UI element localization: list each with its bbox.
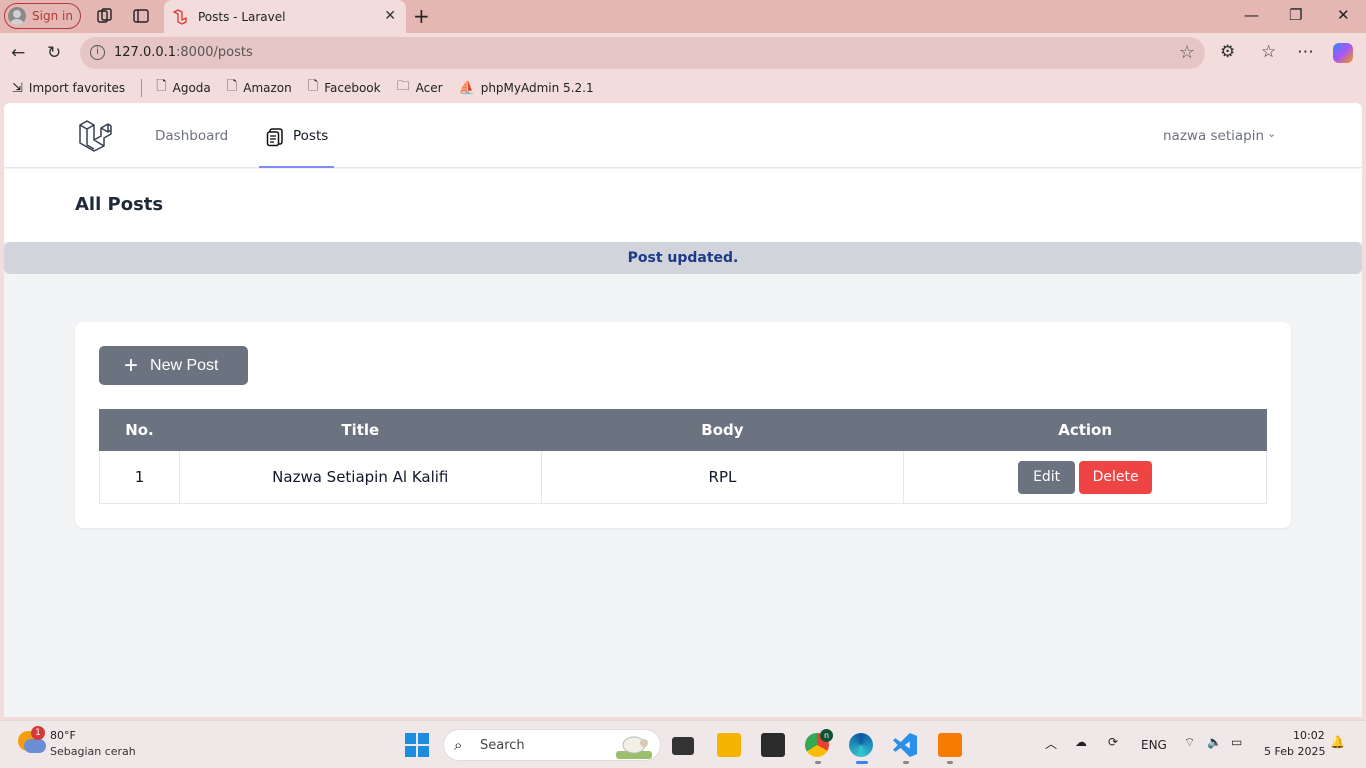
chrome-profile-badge: n [820, 729, 833, 742]
cell-body: RPL [540, 450, 905, 504]
favorites-icon[interactable]: ☆ [1261, 42, 1276, 62]
site-info-icon[interactable]: i [90, 45, 105, 60]
window-close-icon[interactable]: ✕ [1337, 6, 1350, 24]
page-icon: 🗋 [307, 79, 319, 94]
terminal-icon[interactable] [761, 733, 785, 757]
close-tab-icon[interactable]: ✕ [384, 8, 396, 24]
restore-icon[interactable]: ❐ [1289, 6, 1302, 24]
nav-posts[interactable]: Posts [293, 128, 328, 144]
extensions-icon[interactable]: ⚙ [1220, 42, 1235, 62]
notification-bell-icon[interactable]: 🔔 [1330, 735, 1345, 749]
task-view-icon[interactable] [672, 737, 694, 755]
refresh-icon[interactable]: ↻ [47, 43, 61, 63]
xampp-icon[interactable] [938, 733, 962, 757]
search-icon: ⌕ [454, 736, 463, 754]
weather-badge: 1 [31, 726, 45, 740]
plus-icon: + [124, 351, 139, 379]
active-indicator [856, 761, 868, 764]
tab-posts-laravel[interactable]: Posts - Laravel ✕ [164, 0, 406, 33]
file-explorer-icon[interactable] [717, 733, 741, 757]
user-menu[interactable]: nazwa setiapin [1163, 128, 1264, 144]
wifi-icon[interactable]: ⌔ [1184, 735, 1195, 750]
windows-start-icon[interactable] [405, 733, 429, 757]
sheep-highlight-icon [616, 736, 652, 759]
chevron-down-icon[interactable]: ⌄ [1267, 127, 1276, 140]
delete-button[interactable]: Delete [1079, 460, 1153, 494]
taskbar-search[interactable]: ⌕ Search [443, 729, 661, 761]
page-icon: 🗋 [226, 79, 238, 94]
col-title: Title [178, 409, 542, 451]
clock-time[interactable]: 10:02 [1293, 729, 1325, 742]
nav-dashboard[interactable]: Dashboard [155, 128, 228, 144]
search-label: Search [480, 738, 525, 753]
bookmark-acer[interactable]: 🗀 Acer [397, 77, 443, 99]
tab-title: Posts - Laravel [198, 9, 286, 24]
laravel-favicon-icon [172, 8, 187, 25]
col-action: Action [903, 409, 1267, 451]
page-icon: 🗋 [156, 79, 167, 94]
tab-actions-icon[interactable] [132, 7, 150, 25]
table-row: 1 Nazwa Setiapin Al Kalifi RPL Edit Delet… [99, 450, 1267, 504]
new-post-button[interactable]: + New Post [99, 346, 248, 385]
back-icon[interactable]: ← [11, 43, 25, 63]
posts-table: No. Title Body Action 1 Nazwa Setiapin A… [99, 409, 1267, 504]
bookmark-amazon[interactable]: 🗋 Amazon [227, 77, 292, 99]
new-post-label: New Post [150, 356, 219, 374]
table-header-row: No. Title Body Action [99, 409, 1267, 451]
bookmark-phpmyadmin[interactable]: ⛵ phpMyAdmin 5.2.1 [459, 81, 594, 96]
running-indicator [947, 761, 953, 764]
posts-clipboard-icon [266, 128, 283, 147]
cell-action: Edit Delete [903, 450, 1267, 504]
profile-icon [8, 7, 26, 25]
weather-desc[interactable]: Sebagian cerah [50, 745, 136, 758]
onedrive-sync-icon[interactable]: ☁ [1075, 735, 1087, 749]
phpmyadmin-icon: ⛵ [458, 80, 475, 96]
bookmark-facebook[interactable]: 🗋 Facebook [308, 77, 381, 99]
url-text: 127.0.0.1:8000/posts [114, 45, 253, 60]
sign-in-label: Sign in [32, 9, 73, 23]
copilot-icon[interactable] [1333, 43, 1353, 63]
language-indicator[interactable]: ENG [1141, 738, 1167, 752]
bookmark-import-favorites[interactable]: ⇲ Import favorites [12, 81, 125, 96]
volume-icon[interactable]: 🔈 [1207, 735, 1222, 749]
import-icon: ⇲ [12, 80, 23, 96]
vscode-icon[interactable] [893, 733, 917, 757]
address-row: ← ↻ i 127.0.0.1:8000/posts ☆ ⚙ ☆ ⋯ [0, 33, 1366, 73]
minimize-icon[interactable]: — [1244, 6, 1259, 24]
app-navbar: Dashboard Posts nazwa setiapin ⌄ [4, 103, 1362, 168]
running-indicator [903, 761, 909, 764]
favorite-star-icon[interactable]: ☆ [1179, 42, 1195, 63]
cell-no: 1 [99, 450, 180, 504]
laravel-logo-icon[interactable] [78, 120, 112, 152]
cell-title: Nazwa Setiapin Al Kalifi [178, 450, 542, 504]
col-body: Body [540, 409, 905, 451]
flash-message: Post updated. [4, 242, 1362, 274]
workspaces-icon[interactable] [96, 7, 114, 25]
windows-taskbar: 1 80°F Sebagian cerah ⌕ Search n ︿ ☁ ⟳ E… [0, 720, 1366, 768]
bookmarks-bar: ⇲ Import favorites 🗋 Agoda 🗋 Amazon 🗋 Facebo… [0, 73, 1366, 103]
update-icon[interactable]: ⟳ [1108, 735, 1118, 749]
page-title: All Posts [75, 194, 164, 215]
page-header: All Posts [4, 169, 1362, 242]
browser-tab-strip: Sign in Posts - Laravel ✕ + — ❐ ✕ [0, 0, 1366, 33]
more-menu-icon[interactable]: ⋯ [1297, 42, 1314, 62]
folder-icon: 🗀 [396, 79, 410, 94]
weather-temp[interactable]: 80°F [50, 729, 76, 742]
battery-icon[interactable]: ▭ [1231, 735, 1242, 749]
sign-in-button[interactable]: Sign in [4, 3, 81, 29]
weather-icon[interactable]: 1 [18, 726, 46, 755]
running-indicator [815, 761, 821, 764]
col-no: No. [99, 409, 180, 451]
bookmark-separator [141, 79, 143, 97]
show-hidden-icons-icon[interactable]: ︿ [1045, 735, 1057, 752]
clock-date[interactable]: 5 Feb 2025 [1264, 745, 1325, 758]
page-content: Dashboard Posts nazwa setiapin ⌄ All Pos… [4, 103, 1362, 717]
new-tab-icon[interactable]: + [413, 4, 430, 28]
edit-button[interactable]: Edit [1018, 460, 1076, 494]
bookmark-agoda[interactable]: 🗋 Agoda [156, 77, 211, 99]
edge-icon[interactable] [849, 733, 873, 757]
posts-card: + New Post No. Title Body Action 1 Nazwa… [75, 322, 1291, 528]
address-bar[interactable]: i 127.0.0.1:8000/posts ☆ [80, 37, 1205, 69]
